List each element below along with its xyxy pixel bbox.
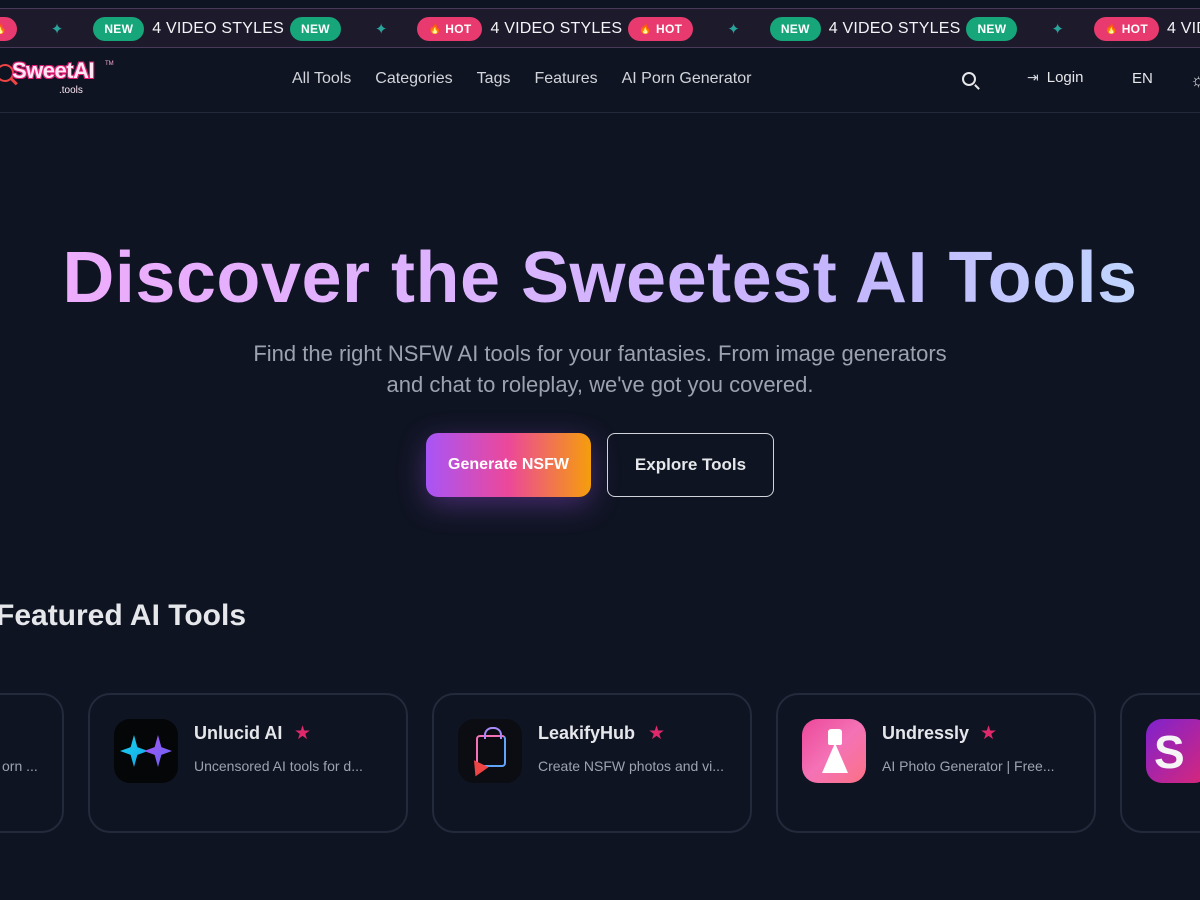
site-logo[interactable]: SweetAI TM .tools <box>0 58 122 102</box>
search-icon[interactable] <box>960 70 982 92</box>
tool-card-undressly[interactable]: Undressly ★ AI Photo Generator | Free... <box>776 693 1096 833</box>
hot-badge: 🔥 HOT <box>1093 17 1159 41</box>
ticker-track: 🔥 ✦ NEW 4 VIDEO STYLES NEW ✦ 🔥HOT 4 VIDE… <box>0 9 1200 47</box>
announcement-ticker[interactable]: 🔥 ✦ NEW 4 VIDEO STYLES NEW ✦ 🔥HOT 4 VIDE… <box>0 8 1200 48</box>
hot-badge: 🔥 HOT <box>417 17 483 41</box>
new-badge: NEW <box>93 17 145 41</box>
tool-card-name: Unlucid AI <box>194 723 283 743</box>
hero-title: Discover the Sweetest AI Tools <box>0 236 1200 320</box>
ticker-text: 4 VIDEO STYLES <box>152 20 284 37</box>
tool-card-description: Create NSFW photos and vi... <box>538 758 724 774</box>
featured-star-icon: ★ <box>648 723 666 744</box>
sparkle-icon: ✦ <box>374 21 388 38</box>
ticker-item[interactable]: NEW 4 VIDEO STYLES NEW <box>769 17 1018 41</box>
tool-card-name: Undressly <box>882 723 970 743</box>
logo-trademark: TM <box>105 61 114 67</box>
site-header: SweetAI TM .tools All Tools Categories T… <box>0 48 1200 113</box>
featured-section-title: Featured AI Tools <box>0 599 247 632</box>
new-badge: NEW <box>769 17 821 41</box>
new-badge: NEW <box>290 17 341 41</box>
main-nav: All Tools Categories Tags Features AI Po… <box>292 70 751 88</box>
nav-categories[interactable]: Categories <box>375 70 452 88</box>
tool-card-description: AI Photo Generator | Free... <box>882 758 1055 774</box>
explore-tools-button[interactable]: Explore Tools <box>607 433 774 497</box>
hot-badge-label: HOT <box>445 22 472 36</box>
nav-ai-porn-generator[interactable]: AI Porn Generator <box>622 70 752 88</box>
hot-badge: 🔥 HOT <box>628 17 694 41</box>
language-selector[interactable]: EN <box>1132 70 1153 87</box>
dress-shape <box>822 729 848 775</box>
sun-icon[interactable]: ☼ <box>1190 70 1200 91</box>
login-arrow-icon: ⇥ <box>1027 69 1039 85</box>
ticker-badge-hot-partial: 🔥 <box>0 17 17 41</box>
nav-all-tools[interactable]: All Tools <box>292 70 351 88</box>
sparkle-icon: ✦ <box>727 21 740 38</box>
generate-nsfw-button[interactable]: Generate NSFW <box>426 433 591 497</box>
dress-skirt <box>822 743 848 773</box>
flame-icon: 🔥 <box>639 23 652 35</box>
page: 🔥 ✦ NEW 4 VIDEO STYLES NEW ✦ 🔥HOT 4 VIDE… <box>0 0 1200 900</box>
ticker-item[interactable]: NEW 4 VIDEO STYLES NEW <box>93 17 341 41</box>
logo-wordmark: SweetAI <box>12 58 95 83</box>
s-logo-icon: S <box>1146 719 1200 783</box>
dress-logo-icon <box>802 719 866 783</box>
featured-star-icon: ★ <box>294 723 312 744</box>
ticker-text: 4 VIDEO STYLES <box>1166 20 1200 37</box>
hero-subtitle: Find the right NSFW AI tools for your fa… <box>253 341 947 397</box>
tool-card[interactable]: orn ... <box>0 693 64 833</box>
new-badge: NEW <box>966 17 1018 41</box>
nav-features[interactable]: Features <box>534 70 597 88</box>
ticker-item[interactable]: 🔥HOT 4 VIDEO STYLES <box>1093 17 1200 41</box>
hot-badge-label: HOT <box>656 22 683 36</box>
nav-tags[interactable]: Tags <box>477 70 511 88</box>
tool-card-leakifyhub[interactable]: LeakifyHub ★ Create NSFW photos and vi..… <box>432 693 752 833</box>
featured-star-icon: ★ <box>980 723 998 744</box>
hot-badge-label: HOT <box>1121 22 1148 36</box>
login-button[interactable]: ⇥ Login <box>1027 69 1083 86</box>
ticker-text: 4 VIDEO STYLES <box>828 20 961 37</box>
logo-letter: S <box>1154 726 1185 778</box>
sparkle-icon: ✦ <box>50 21 64 38</box>
logo-subtext: .tools <box>59 85 83 96</box>
unlucid-logo-icon <box>114 719 178 783</box>
flame-icon: 🔥 <box>1104 23 1118 35</box>
ticker-item[interactable]: 🔥 HOT 4 VIDEO STYLES 🔥 HOT <box>417 17 694 41</box>
tool-card-name: LeakifyHub <box>538 723 636 743</box>
search-icon-handle <box>974 84 980 90</box>
shopping-bag-logo-icon <box>458 719 522 783</box>
tool-card[interactable]: S <box>1120 693 1200 833</box>
flame-icon: 🔥 <box>428 23 442 35</box>
tool-card-unlucid-ai[interactable]: Unlucid AI ★ Uncensored AI tools for d..… <box>88 693 408 833</box>
login-label: Login <box>1046 69 1084 86</box>
tool-card-description: Uncensored AI tools for d... <box>194 758 363 774</box>
ticker-text: 4 VIDEO STYLES <box>490 20 623 37</box>
sparkle-icon: ✦ <box>1051 21 1064 38</box>
